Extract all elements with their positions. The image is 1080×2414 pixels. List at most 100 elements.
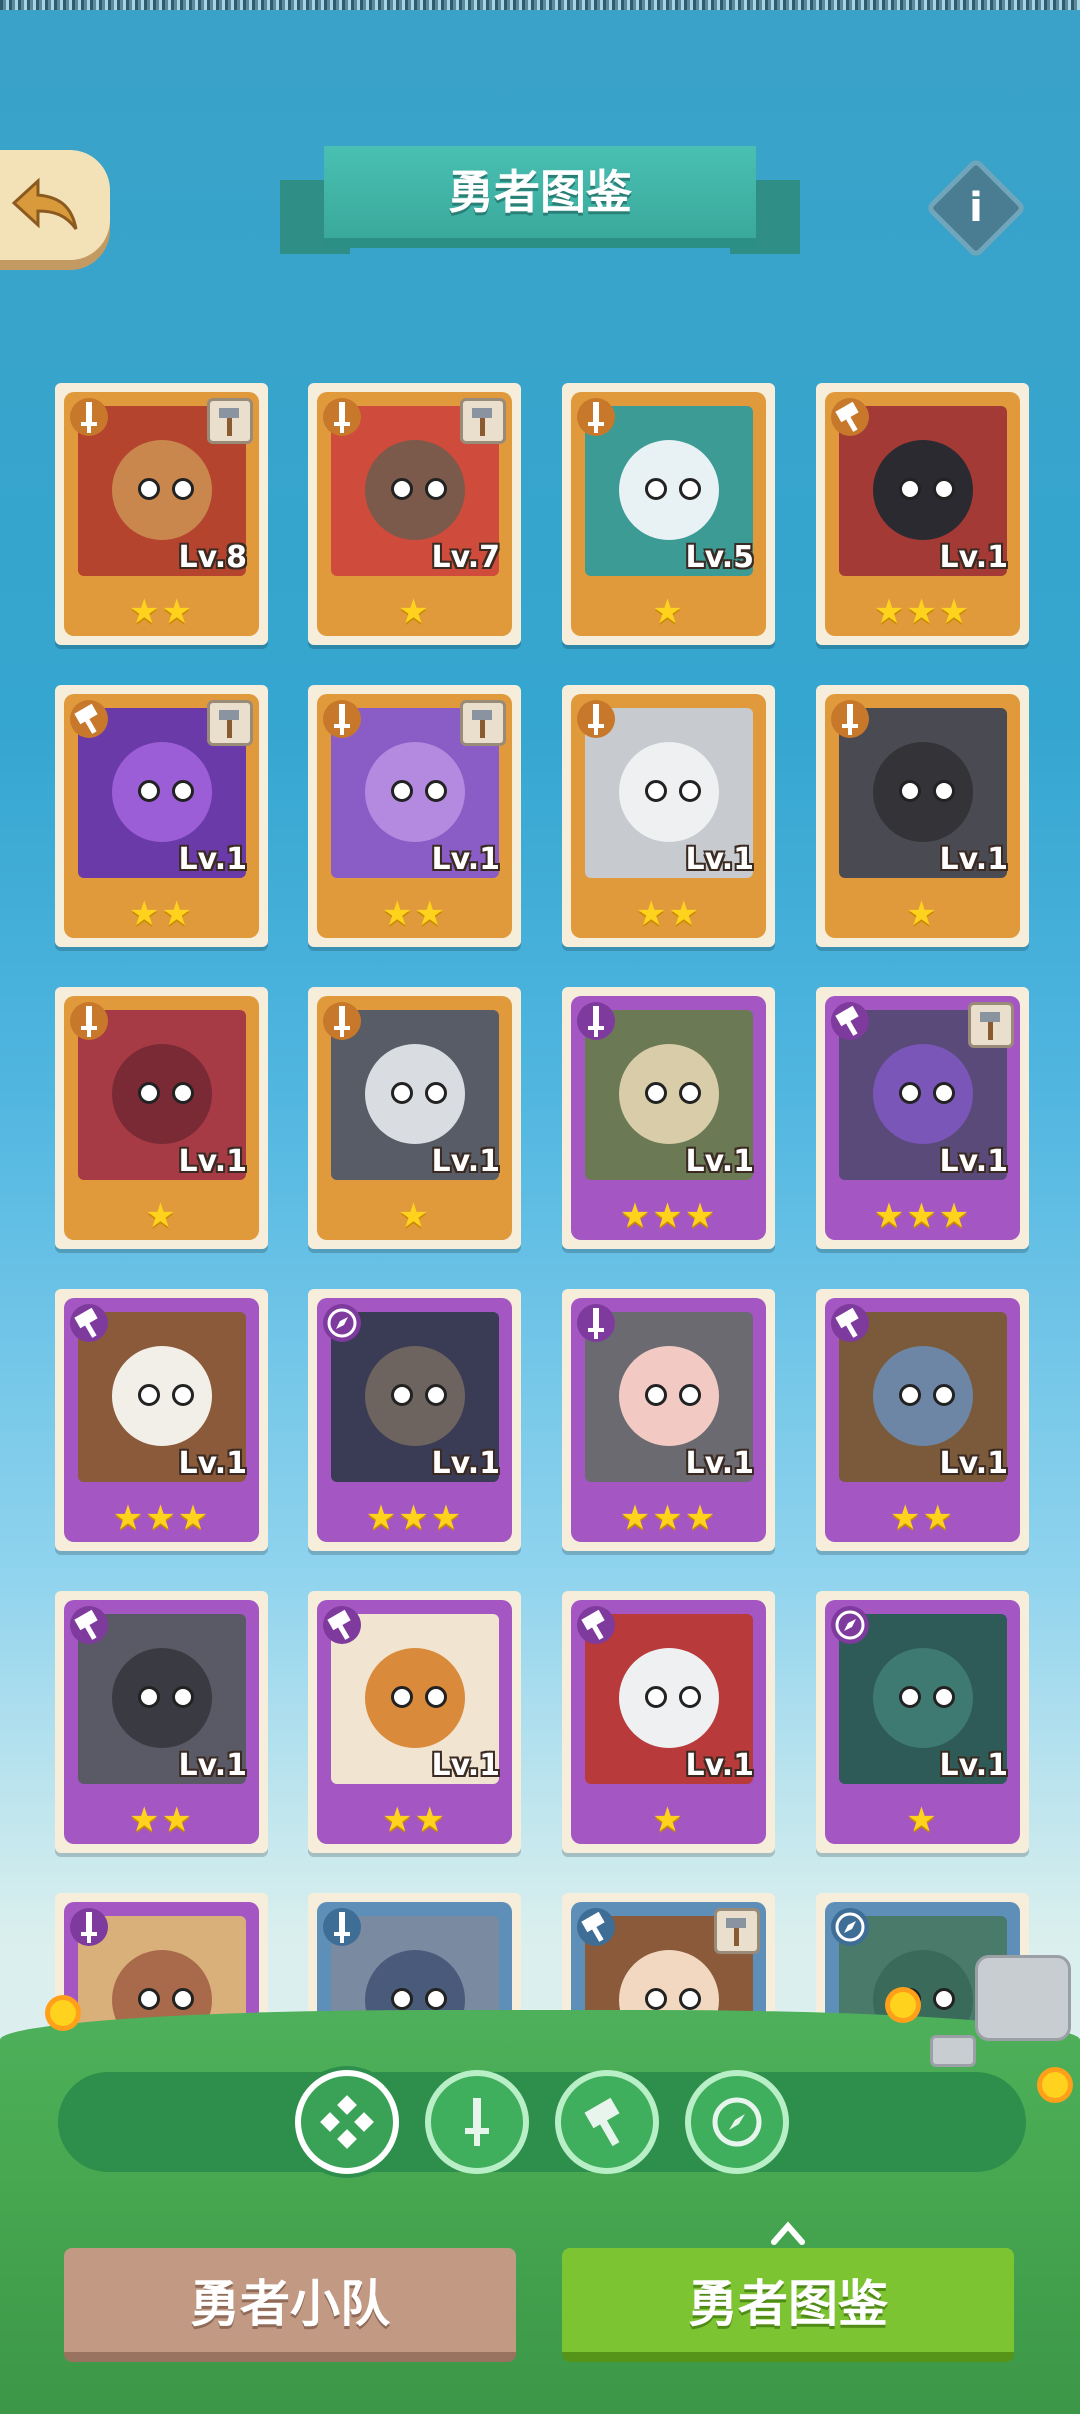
flower bbox=[50, 2000, 76, 2026]
hero-level: Lv.1 bbox=[685, 1446, 755, 1481]
hero-card[interactable]: Lv.1 ★★ bbox=[55, 1591, 268, 1853]
hero-card[interactable]: Lv.1 ★★ bbox=[816, 1289, 1029, 1551]
card-frame: Lv.1 ★★ bbox=[317, 694, 512, 938]
filter-hammer-button[interactable] bbox=[555, 2070, 659, 2174]
hero-card[interactable]: Lv.5 ★ bbox=[562, 383, 775, 645]
hero-level: Lv.5 bbox=[685, 540, 755, 575]
eye bbox=[172, 780, 194, 802]
tab-hero-team[interactable]: 勇者小队 bbox=[64, 2248, 516, 2362]
star-rating: ★ bbox=[398, 592, 431, 632]
hero-card[interactable]: Lv.1 ★★★ bbox=[562, 987, 775, 1249]
sword-icon bbox=[334, 1912, 350, 1943]
hero-card[interactable]: Lv.7 ★ bbox=[308, 383, 521, 645]
back-arrow-icon bbox=[11, 177, 78, 230]
pangolin-icon bbox=[365, 1648, 465, 1748]
hero-card[interactable]: Lv.1 ★★★ bbox=[308, 1289, 521, 1551]
sword-class-badge bbox=[323, 1002, 361, 1040]
filter-ranger-button[interactable] bbox=[685, 2070, 789, 2174]
sword-class-badge bbox=[70, 398, 108, 436]
hammer-icon bbox=[835, 1307, 859, 1338]
star-rating: ★ bbox=[652, 1800, 685, 1840]
hero-level: Lv.1 bbox=[939, 842, 1009, 877]
hero-card[interactable]: Lv.1 ★★ bbox=[55, 685, 268, 947]
eye bbox=[645, 1988, 667, 2010]
eye bbox=[391, 478, 413, 500]
eye bbox=[172, 1384, 194, 1406]
star-rating: ★★ bbox=[890, 1498, 955, 1538]
dragon-icon bbox=[112, 1044, 212, 1144]
hammer-icon bbox=[327, 1609, 351, 1640]
hammer-icon bbox=[835, 1005, 859, 1036]
hero-card[interactable]: Lv.1 ★ bbox=[55, 987, 268, 1249]
star-rating: ★★★ bbox=[619, 1498, 718, 1538]
all-classes-icon bbox=[320, 2095, 374, 2149]
hero-card[interactable]: Lv.1 ★★ bbox=[562, 685, 775, 947]
eye bbox=[138, 780, 160, 802]
eye bbox=[172, 478, 194, 500]
weapon-hammer-icon bbox=[460, 398, 506, 444]
sword-class-badge bbox=[70, 1908, 108, 1946]
eye bbox=[933, 1988, 955, 2010]
hero-card[interactable]: Lv.1 ★★★ bbox=[562, 1289, 775, 1551]
lion-icon bbox=[619, 1044, 719, 1144]
hero-level: Lv.1 bbox=[431, 1446, 501, 1481]
star-rating: ★★★ bbox=[112, 1498, 211, 1538]
weapon-hammer-icon bbox=[207, 398, 253, 444]
eye bbox=[425, 1686, 447, 1708]
card-frame: Lv.1 ★★★ bbox=[825, 996, 1020, 1240]
back-button[interactable] bbox=[0, 150, 110, 260]
hammer-class-badge bbox=[831, 1304, 869, 1342]
hero-card[interactable]: Lv.1 ★★ bbox=[308, 1591, 521, 1853]
hammer-icon bbox=[835, 401, 859, 432]
black-goat-icon bbox=[873, 742, 973, 842]
hero-card[interactable]: Lv.1 ★★★ bbox=[816, 383, 1029, 645]
sword-class-badge bbox=[831, 700, 869, 738]
hero-card[interactable]: Lv.1 ★ bbox=[562, 1591, 775, 1853]
eye bbox=[138, 478, 160, 500]
card-frame: Lv.1 ★ bbox=[825, 1600, 1020, 1844]
star-rating: ★★ bbox=[382, 894, 447, 934]
banner-plate: 勇者图鉴 bbox=[324, 146, 756, 248]
hero-level: Lv.1 bbox=[178, 1748, 248, 1783]
flower bbox=[1042, 2072, 1068, 2098]
octopus-icon bbox=[112, 742, 212, 842]
card-frame: Lv.1 ★★ bbox=[64, 694, 259, 938]
hero-level: Lv.7 bbox=[431, 540, 501, 575]
hero-level: Lv.1 bbox=[431, 1144, 501, 1179]
hero-card[interactable]: Lv.1 ★★★ bbox=[55, 1289, 268, 1551]
white-wolf-icon bbox=[619, 742, 719, 842]
weapon-hammer-icon bbox=[460, 700, 506, 746]
hammer-class-badge bbox=[70, 700, 108, 738]
eye bbox=[899, 1384, 921, 1406]
info-button[interactable]: i bbox=[925, 157, 1027, 259]
shark-ninja-icon bbox=[365, 1346, 465, 1446]
hero-card[interactable]: Lv.8 ★★ bbox=[55, 383, 268, 645]
tab-hero-codex[interactable]: 勇者图鉴 bbox=[562, 2248, 1014, 2362]
eye bbox=[679, 1988, 701, 2010]
hero-card[interactable]: Lv.1 ★★★ bbox=[816, 987, 1029, 1249]
sword-class-badge bbox=[577, 1304, 615, 1342]
hero-card[interactable]: Lv.1 ★★ bbox=[308, 685, 521, 947]
eye bbox=[138, 1384, 160, 1406]
weapon-hammer-icon bbox=[714, 1908, 760, 1954]
star-rating: ★ bbox=[906, 894, 939, 934]
filter-sword-button[interactable] bbox=[425, 2070, 529, 2174]
eye bbox=[933, 780, 955, 802]
eye bbox=[645, 780, 667, 802]
hero-card[interactable]: Lv.1 ★ bbox=[308, 987, 521, 1249]
hero-level: Lv.1 bbox=[685, 1748, 755, 1783]
card-frame: Lv.1 ★ bbox=[317, 996, 512, 1240]
card-frame: Lv.1 ★ bbox=[571, 1600, 766, 1844]
sword-class-badge bbox=[323, 398, 361, 436]
duck-soldiers-icon bbox=[873, 1648, 973, 1748]
filter-all-button[interactable] bbox=[295, 2070, 399, 2174]
hero-card[interactable]: Lv.1 ★ bbox=[816, 1591, 1029, 1853]
eye bbox=[425, 780, 447, 802]
eye bbox=[391, 1082, 413, 1104]
monkey-icon bbox=[112, 440, 212, 540]
polar-bear-icon bbox=[619, 440, 719, 540]
hero-level: Lv.1 bbox=[178, 842, 248, 877]
hero-level: Lv.1 bbox=[431, 842, 501, 877]
hammer-class-badge bbox=[323, 1606, 361, 1644]
hero-card[interactable]: Lv.1 ★ bbox=[816, 685, 1029, 947]
